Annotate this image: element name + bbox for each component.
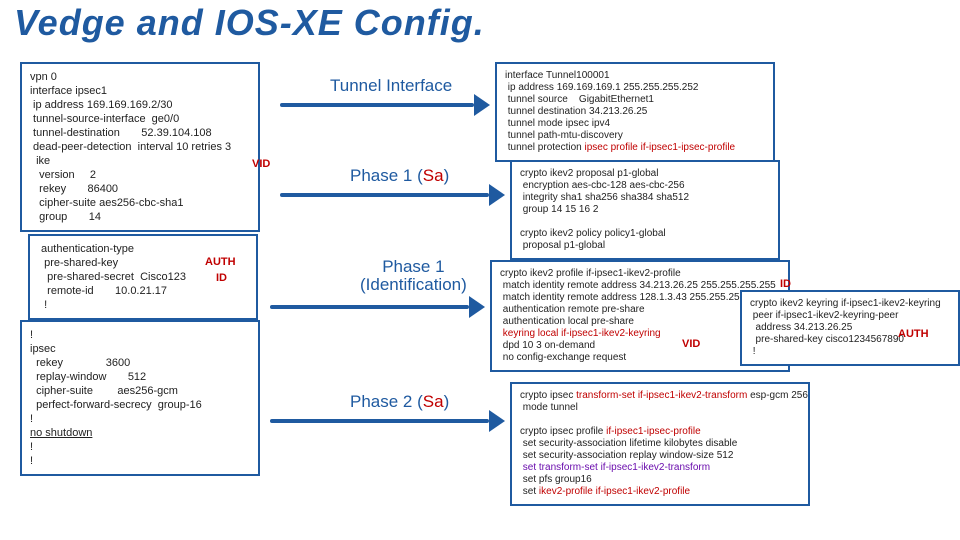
tag-auth-right: AUTH — [898, 328, 929, 340]
vedge-box-3: ! ipsec rekey 3600 replay-window 512 cip… — [20, 320, 260, 476]
tag-vid-right: VID — [682, 338, 700, 350]
page-title: Vedge and IOS-XE Config. — [14, 2, 485, 44]
label-phase2-sa: Phase 2 (Sa) — [350, 392, 449, 412]
ios-box-ikev2-proposal: crypto ikev2 proposal p1-global encrypti… — [510, 160, 780, 260]
tag-auth-left: AUTH — [205, 256, 236, 268]
label-phase1-id: Phase 1(Identification) — [360, 258, 467, 294]
tag-id-left: ID — [216, 272, 227, 284]
vedge-box-1: vpn 0 interface ipsec1 ip address 169.16… — [20, 62, 260, 232]
label-tunnel: Tunnel Interface — [330, 76, 452, 96]
label-phase1-sa: Phase 1 (Sa) — [350, 166, 449, 186]
tag-vid-left: VID — [252, 158, 270, 170]
ios-box-tunnel: interface Tunnel100001 ip address 169.16… — [495, 62, 775, 162]
tag-id-right: ID — [780, 278, 791, 290]
ios-box-ipsec-profile: crypto ipsec transform-set if-ipsec1-ike… — [510, 382, 810, 506]
